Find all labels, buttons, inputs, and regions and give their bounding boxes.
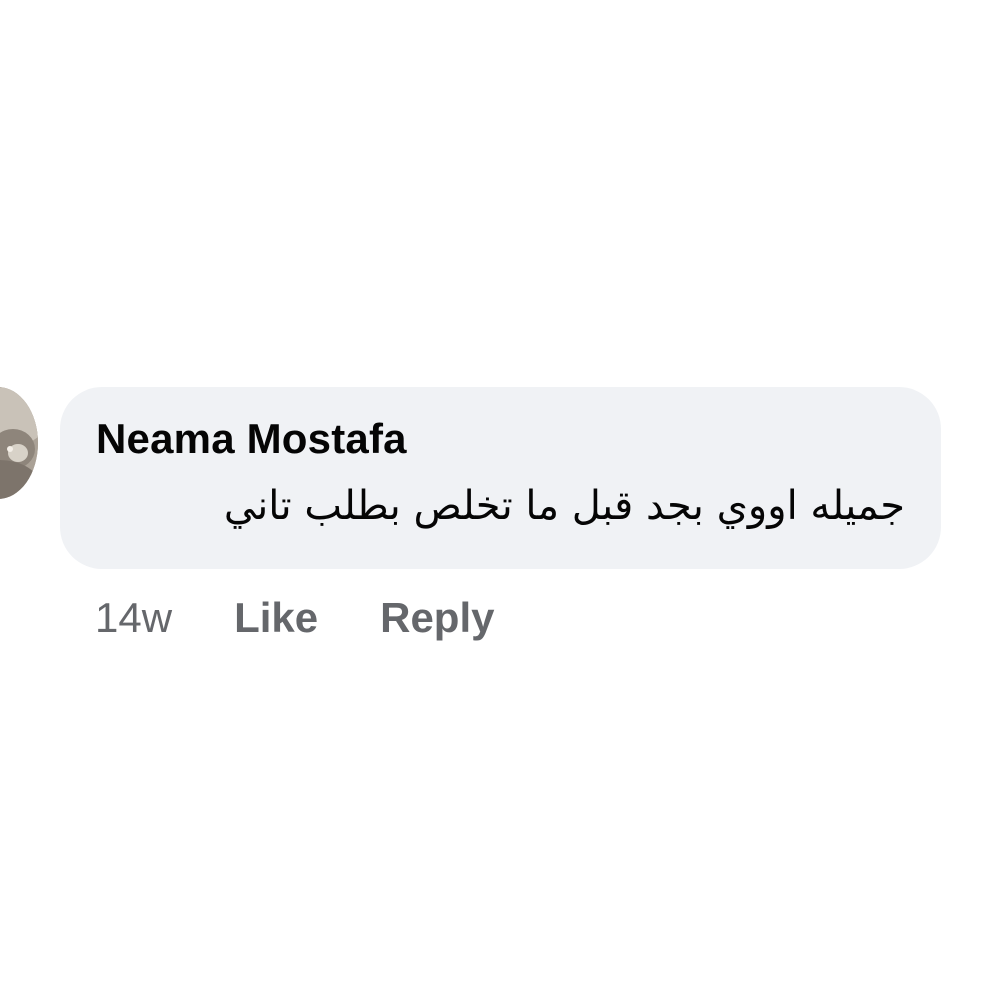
comment-text: جميله اووي بجد قبل ما تخلص بطلب تاني (223, 483, 905, 529)
comment-bubble: Neama Mostafa جميله اووي بجد قبل ما تخلص… (60, 387, 941, 569)
comment-timestamp[interactable]: 14w (95, 594, 172, 642)
avatar-photo (0, 387, 38, 499)
reply-button[interactable]: Reply (380, 594, 494, 642)
like-button[interactable]: Like (234, 594, 318, 642)
comment-view: Neama Mostafa جميله اووي بجد قبل ما تخلص… (0, 0, 1000, 1000)
avatar[interactable] (0, 387, 38, 499)
author-name[interactable]: Neama Mostafa (96, 415, 407, 463)
comment-actions: 14w Like Reply (95, 588, 556, 648)
